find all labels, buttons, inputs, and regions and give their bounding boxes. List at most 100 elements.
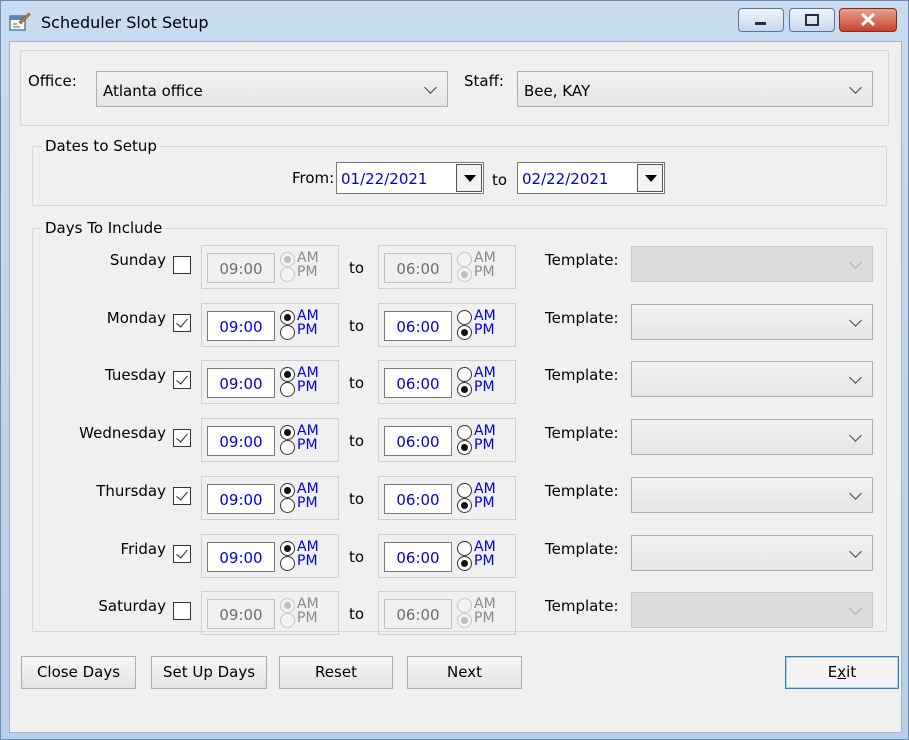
end-time: 06:00 AM PM (378, 476, 516, 520)
day-row-sunday: Sunday 09:00 AM PM to 06:00 AM PM Template: (10, 245, 890, 295)
day-row-monday: Monday 09:00 AM PM to 06:00 AM PM Template: (10, 303, 890, 353)
day-checkbox[interactable] (173, 371, 191, 389)
pm-radio[interactable] (280, 613, 295, 628)
maximize-button[interactable] (789, 8, 835, 32)
title-bar[interactable]: Scheduler Slot Setup (1, 1, 908, 41)
day-checkbox[interactable] (173, 314, 191, 332)
to-label: to (349, 432, 365, 450)
reset-button[interactable]: Reset (279, 656, 393, 689)
am-radio[interactable] (457, 252, 472, 267)
office-value: Atlanta office (103, 82, 203, 100)
pm-radio[interactable] (457, 556, 472, 571)
am-radio[interactable] (280, 252, 295, 267)
day-row-saturday: Saturday 09:00 AM PM to 06:00 AM PM Template: (10, 591, 890, 641)
chevron-down-icon (849, 314, 862, 327)
day-checkbox[interactable] (173, 545, 191, 563)
office-dropdown[interactable]: Atlanta office (96, 71, 448, 107)
template-dropdown[interactable] (631, 361, 873, 397)
pm-label: PM (297, 553, 318, 569)
am-label: AM (474, 481, 496, 497)
pm-radio[interactable] (457, 613, 472, 628)
am-radio[interactable] (280, 310, 295, 325)
calendar-dropdown-icon[interactable] (637, 164, 663, 192)
pm-radio[interactable] (280, 440, 295, 455)
am-radio[interactable] (457, 425, 472, 440)
chevron-down-icon (849, 545, 862, 558)
pm-radio[interactable] (457, 267, 472, 282)
pm-radio[interactable] (457, 325, 472, 340)
from-date-value: 01/22/2021 (341, 170, 428, 188)
start-time: 09:00 AM PM (201, 418, 339, 462)
end-time-input[interactable]: 06:00 (384, 542, 452, 572)
pm-radio[interactable] (457, 498, 472, 513)
template-dropdown[interactable] (631, 477, 873, 513)
end-time-input[interactable]: 06:00 (384, 368, 452, 398)
next-button[interactable]: Next (407, 656, 522, 689)
chevron-down-icon (849, 487, 862, 500)
am-radio[interactable] (280, 598, 295, 613)
template-dropdown[interactable] (631, 419, 873, 455)
client-area: Office: Atlanta office Staff: Bee, KAY D… (9, 41, 902, 733)
start-time-input[interactable]: 09:00 (207, 542, 275, 572)
pm-label: PM (297, 495, 318, 511)
am-radio[interactable] (457, 367, 472, 382)
to-label: to (349, 317, 365, 335)
template-dropdown[interactable] (631, 535, 873, 571)
start-time-value: 09:00 (219, 491, 263, 509)
am-label: AM (297, 539, 319, 555)
chevron-down-icon (849, 81, 862, 94)
day-label: Monday (106, 309, 166, 327)
staff-dropdown[interactable]: Bee, KAY (517, 71, 873, 107)
am-label: AM (474, 308, 496, 324)
end-time-input[interactable]: 06:00 (384, 311, 452, 341)
day-checkbox[interactable] (173, 602, 191, 620)
end-time-input[interactable]: 06:00 (384, 599, 452, 629)
am-radio[interactable] (457, 483, 472, 498)
maximize-icon (805, 14, 819, 26)
pm-radio[interactable] (280, 267, 295, 282)
minimize-button[interactable] (738, 8, 784, 32)
start-time: 09:00 AM PM (201, 245, 339, 289)
close-button[interactable] (839, 8, 897, 32)
pm-radio[interactable] (280, 556, 295, 571)
day-checkbox[interactable] (173, 256, 191, 274)
pm-radio[interactable] (280, 382, 295, 397)
pm-radio[interactable] (457, 382, 472, 397)
am-radio[interactable] (280, 425, 295, 440)
start-time-input[interactable]: 09:00 (207, 599, 275, 629)
template-dropdown[interactable] (631, 304, 873, 340)
start-time-input[interactable]: 09:00 (207, 484, 275, 514)
am-label: AM (297, 250, 319, 266)
pm-radio[interactable] (280, 325, 295, 340)
start-time-input[interactable]: 09:00 (207, 311, 275, 341)
day-checkbox[interactable] (173, 429, 191, 447)
end-time-input[interactable]: 06:00 (384, 484, 452, 514)
start-time-input[interactable]: 09:00 (207, 426, 275, 456)
day-checkbox[interactable] (173, 487, 191, 505)
calendar-app-icon (9, 12, 31, 31)
am-radio[interactable] (280, 541, 295, 556)
am-radio[interactable] (280, 367, 295, 382)
day-row-friday: Friday 09:00 AM PM to 06:00 AM PM Template: (10, 534, 890, 584)
from-date-picker[interactable]: 01/22/2021 (336, 162, 484, 194)
exit-label-accel: x (837, 663, 847, 681)
exit-button[interactable]: Exit (785, 656, 899, 689)
am-radio[interactable] (457, 598, 472, 613)
am-radio[interactable] (457, 541, 472, 556)
end-time-input[interactable]: 06:00 (384, 253, 452, 283)
start-time-value: 09:00 (219, 606, 263, 624)
pm-radio[interactable] (457, 440, 472, 455)
pm-label: PM (474, 553, 495, 569)
chevron-down-icon (849, 429, 862, 442)
start-time-input[interactable]: 09:00 (207, 253, 275, 283)
set-up-days-button[interactable]: Set Up Days (151, 656, 267, 689)
end-time-input[interactable]: 06:00 (384, 426, 452, 456)
close-days-button[interactable]: Close Days (21, 656, 136, 689)
start-time-input[interactable]: 09:00 (207, 368, 275, 398)
to-date-picker[interactable]: 02/22/2021 (517, 162, 665, 194)
day-label: Sunday (109, 251, 166, 269)
am-radio[interactable] (457, 310, 472, 325)
calendar-dropdown-icon[interactable] (456, 164, 482, 192)
pm-radio[interactable] (280, 498, 295, 513)
am-radio[interactable] (280, 483, 295, 498)
